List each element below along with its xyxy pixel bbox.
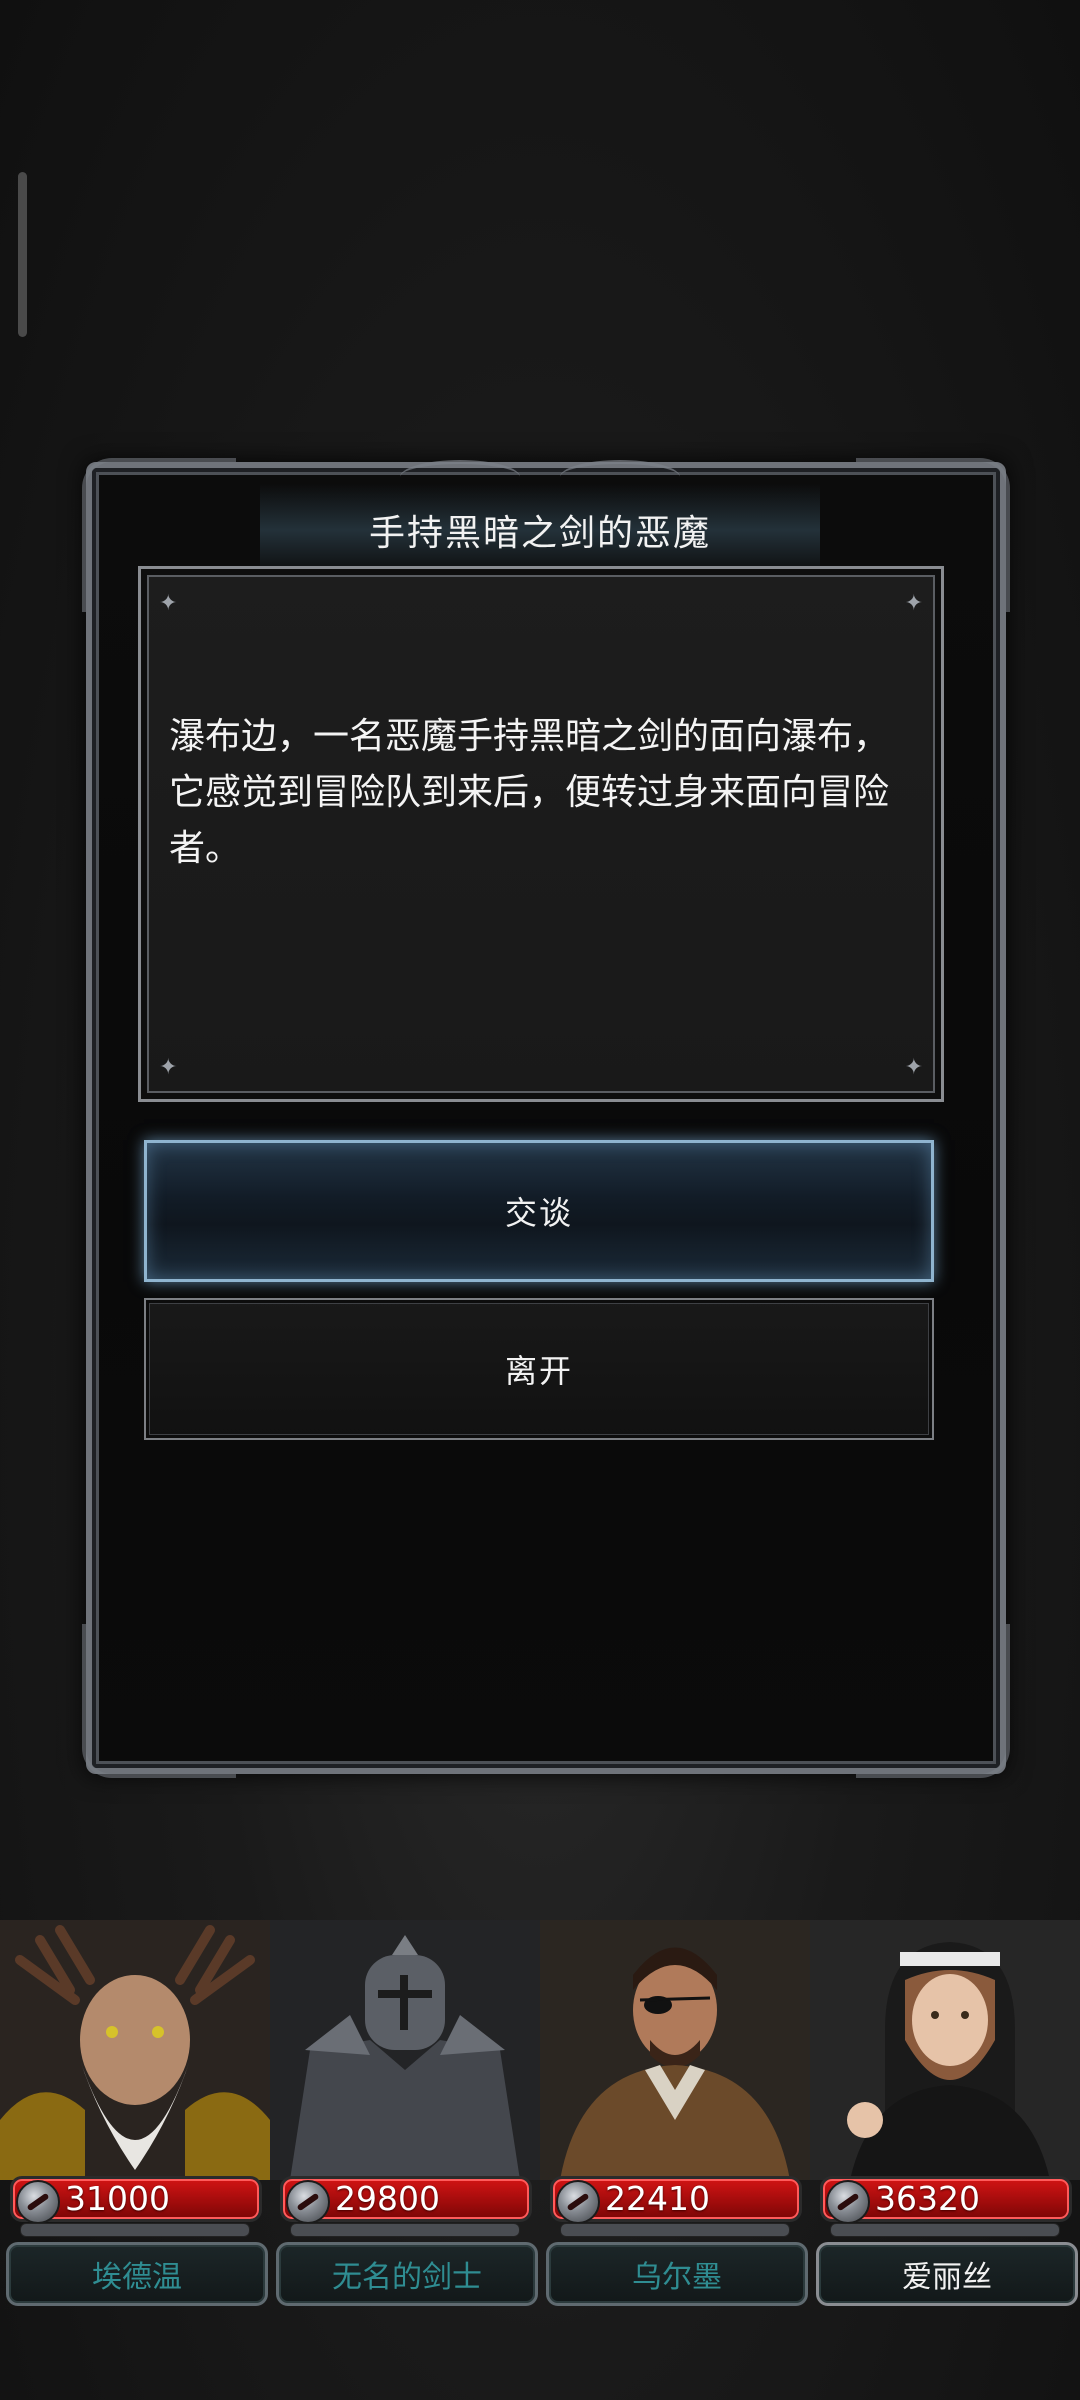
sword-icon xyxy=(826,2180,870,2224)
party-member-edwin[interactable]: 31000 埃德温 xyxy=(0,1920,270,2310)
energy-bar xyxy=(20,2223,250,2237)
energy-bar xyxy=(830,2223,1060,2237)
scroll-indicator xyxy=(18,172,27,337)
sparkle-icon: ✦ xyxy=(904,591,923,616)
hp-bar: 29800 xyxy=(280,2176,532,2224)
portrait-swordsman xyxy=(270,1920,540,2180)
hp-bar: 31000 xyxy=(10,2176,262,2224)
nun-portrait-icon xyxy=(810,1920,1080,2180)
hp-bar: 36320 xyxy=(820,2176,1072,2224)
sparkle-icon: ✦ xyxy=(159,1055,178,1080)
hp-value: 29800 xyxy=(335,2179,440,2218)
energy-bar xyxy=(290,2223,520,2237)
talk-button[interactable]: 交谈 xyxy=(144,1140,934,1282)
portrait-alice xyxy=(810,1920,1080,2180)
energy-bar xyxy=(560,2223,790,2237)
party-bar: 31000 埃德温 29800 无名的剑士 22410 乌尔墨 36320 爱丽… xyxy=(0,1920,1080,2320)
hp-bar: 22410 xyxy=(550,2176,802,2224)
hp-value: 36320 xyxy=(875,2179,980,2218)
party-member-urmo[interactable]: 22410 乌尔墨 xyxy=(540,1920,810,2310)
sword-icon xyxy=(16,2180,60,2224)
sword-icon xyxy=(286,2180,330,2224)
hp-value: 22410 xyxy=(605,2179,710,2218)
member-name: 乌尔墨 xyxy=(546,2242,808,2306)
member-name: 爱丽丝 xyxy=(816,2242,1078,2306)
pirate-portrait-icon xyxy=(540,1920,810,2180)
member-name: 埃德温 xyxy=(6,2242,268,2306)
sparkle-icon: ✦ xyxy=(904,1055,923,1080)
event-title: 手持黑暗之剑的恶魔 xyxy=(368,513,711,554)
druid-portrait-icon xyxy=(0,1920,270,2180)
sparkle-icon: ✦ xyxy=(159,591,178,616)
portrait-edwin xyxy=(0,1920,270,2180)
event-title-bar: 手持黑暗之剑的恶魔 xyxy=(260,484,820,576)
portrait-urmo xyxy=(540,1920,810,2180)
leave-button[interactable]: 离开 xyxy=(144,1298,934,1440)
hp-value: 31000 xyxy=(65,2179,170,2218)
event-description: 瀑布边，一名恶魔手持黑暗之剑的面向瀑布，它感觉到冒险队到来后，便转过身来面向冒险… xyxy=(169,716,890,869)
party-member-alice[interactable]: 36320 爱丽丝 xyxy=(810,1920,1080,2310)
frame-ornament xyxy=(856,1624,1010,1778)
knight-portrait-icon xyxy=(270,1920,540,2180)
member-name: 无名的剑士 xyxy=(276,2242,538,2306)
event-text-box: ✦ ✦ ✦ ✦ 瀑布边，一名恶魔手持黑暗之剑的面向瀑布，它感觉到冒险队到来后，便… xyxy=(138,566,944,1102)
sword-icon xyxy=(556,2180,600,2224)
frame-ornament xyxy=(82,1624,236,1778)
party-member-swordsman[interactable]: 29800 无名的剑士 xyxy=(270,1920,540,2310)
